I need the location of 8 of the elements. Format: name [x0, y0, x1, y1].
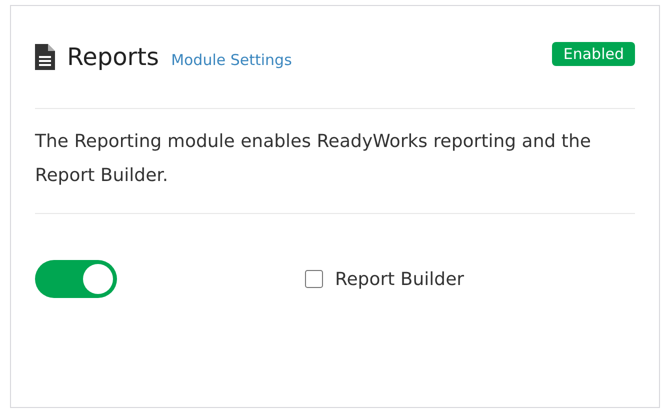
status-badge: Enabled — [552, 42, 635, 66]
module-description: The Reporting module enables ReadyWorks reporting and the Report Builder. — [35, 109, 635, 214]
module-settings-link[interactable]: Module Settings — [171, 51, 292, 69]
option-label: Report Builder — [335, 268, 464, 290]
module-toggle[interactable] — [35, 260, 117, 298]
document-icon — [35, 44, 55, 70]
module-title: Reports — [67, 43, 160, 71]
option-checkbox[interactable] — [305, 270, 323, 288]
